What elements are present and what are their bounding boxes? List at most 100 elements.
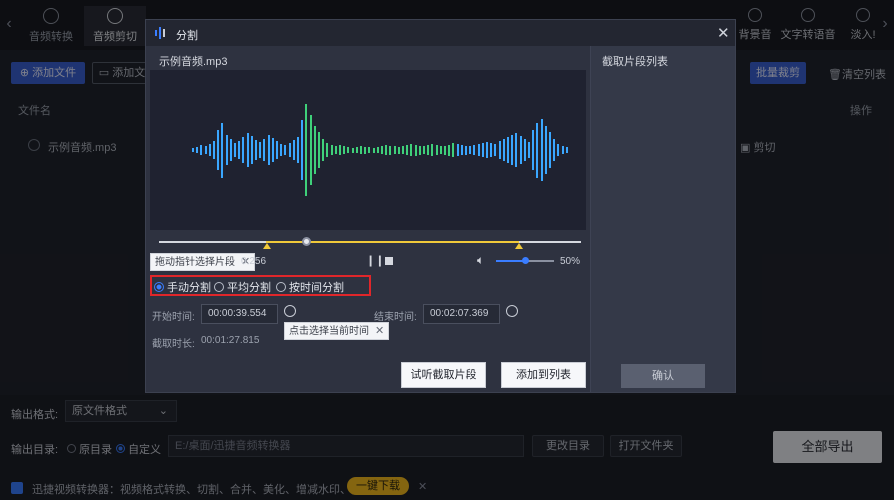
waveform-bar bbox=[360, 146, 362, 154]
waveform-bar bbox=[364, 146, 367, 154]
waveform-bar bbox=[515, 133, 518, 167]
tooltip-close-icon[interactable]: ✕ bbox=[375, 325, 384, 337]
playhead-knob[interactable] bbox=[302, 237, 311, 246]
waveform-bar bbox=[402, 146, 404, 154]
dialog-title: 分割 bbox=[176, 30, 198, 42]
waveform-bar bbox=[469, 146, 472, 154]
waveform-bar bbox=[465, 145, 467, 155]
current-time-tooltip: 点击选择当前时间 ✕ bbox=[284, 322, 390, 340]
volume-knob[interactable] bbox=[522, 257, 529, 264]
waveform-bar bbox=[519, 136, 522, 164]
clip-list-title: 截取片段列表 bbox=[602, 56, 668, 68]
radio-icon bbox=[214, 282, 224, 292]
waveform-bar bbox=[393, 146, 396, 154]
start-time-label: 开始时间: bbox=[152, 312, 195, 323]
confirm-button[interactable]: 确认 bbox=[621, 364, 705, 388]
waveform-bar bbox=[477, 144, 480, 156]
pause-icon[interactable]: ❙❙ bbox=[366, 254, 384, 267]
split-dialog: 分割 ✕ 示例音频.mp3 拖动指针选择片段 ✕ 0.256 ❙❙ 🔈︎ 50% … bbox=[145, 19, 736, 393]
waveform-bar bbox=[444, 145, 446, 155]
waveform-bar bbox=[397, 146, 400, 154]
volume-icon[interactable]: 🔈︎ bbox=[477, 253, 484, 268]
waveform-bar bbox=[410, 144, 413, 156]
stop-icon[interactable] bbox=[385, 257, 393, 265]
waveform-bar bbox=[284, 145, 287, 155]
waveform-bar bbox=[418, 145, 421, 155]
waveform-bar bbox=[276, 141, 278, 159]
mode-manual-label: 手动分割 bbox=[167, 282, 211, 294]
end-time-field[interactable]: 00:02:07.369 bbox=[423, 304, 500, 324]
mode-by-time[interactable]: 按时间分割 bbox=[276, 279, 344, 295]
waveform-bar bbox=[544, 126, 547, 174]
waveform-bar bbox=[473, 145, 476, 155]
duration-label: 截取时长: bbox=[152, 339, 195, 350]
history-clock-icon[interactable] bbox=[284, 305, 296, 317]
volume-value: 50% bbox=[560, 256, 581, 267]
waveform-bar bbox=[355, 147, 358, 153]
close-icon[interactable]: ✕ bbox=[717, 24, 730, 42]
waveform-bar bbox=[431, 144, 434, 156]
waveform-bar bbox=[372, 147, 375, 153]
waveform-bar bbox=[502, 139, 505, 161]
drag-tip-tooltip: 拖动指针选择片段 ✕ bbox=[150, 253, 256, 271]
waveform-bar bbox=[229, 139, 232, 161]
waveform-bar bbox=[347, 147, 350, 153]
end-time-label: 结束时间: bbox=[374, 312, 417, 323]
waveform-bar bbox=[561, 146, 564, 154]
mode-manual[interactable]: 手动分割 bbox=[154, 279, 211, 295]
waveform-bar bbox=[292, 140, 295, 160]
dialog-editor-panel: 示例音频.mp3 拖动指针选择片段 ✕ 0.256 ❙❙ 🔈︎ 50% 手动分割 … bbox=[146, 46, 590, 392]
waveform-bar bbox=[200, 145, 203, 155]
waveform-bar bbox=[528, 142, 530, 158]
waveform-bar bbox=[343, 146, 346, 154]
waveform-bar bbox=[192, 148, 194, 152]
waveform-bar bbox=[330, 145, 333, 155]
waveform-bar bbox=[368, 147, 371, 153]
waveform-bar bbox=[208, 144, 211, 156]
waveform-bar bbox=[326, 143, 329, 157]
end-marker-icon[interactable] bbox=[515, 243, 523, 249]
waveform-bar bbox=[255, 140, 257, 160]
history-clock-icon[interactable] bbox=[506, 305, 518, 317]
waveform-bar bbox=[213, 141, 215, 159]
waveform-bar bbox=[381, 146, 383, 154]
waveform-icon bbox=[154, 26, 168, 40]
waveform-bar bbox=[280, 144, 283, 156]
waveform-bar bbox=[259, 142, 262, 158]
add-to-list-button[interactable]: 添加到列表 bbox=[501, 362, 586, 388]
waveform-bar bbox=[385, 145, 388, 155]
waveform-bar bbox=[305, 104, 308, 196]
waveform-bar bbox=[204, 146, 207, 154]
mode-average-label: 平均分割 bbox=[227, 282, 271, 294]
waveform-bar bbox=[313, 126, 316, 174]
waveform-bar bbox=[318, 132, 320, 168]
drag-tip-text: 拖动指针选择片段 bbox=[155, 257, 235, 268]
start-time-field[interactable]: 00:00:39.554 bbox=[201, 304, 278, 324]
waveform-bar bbox=[565, 147, 568, 153]
waveform-bar bbox=[549, 132, 551, 168]
dialog-file-name: 示例音频.mp3 bbox=[159, 56, 228, 68]
mode-average[interactable]: 平均分割 bbox=[214, 279, 271, 295]
waveform-bar bbox=[246, 133, 249, 167]
waveform-display[interactable] bbox=[150, 70, 586, 230]
waveform-bar bbox=[540, 119, 543, 181]
waveform-bar bbox=[267, 135, 270, 165]
waveform-bar bbox=[334, 146, 337, 154]
mode-by-time-label: 按时间分割 bbox=[289, 282, 344, 294]
waveform-bar bbox=[196, 147, 199, 153]
waveform-bar bbox=[376, 147, 379, 153]
waveform-bar bbox=[238, 141, 241, 159]
current-time-tip-text: 点击选择当前时间 bbox=[289, 326, 369, 337]
waveform-bar bbox=[532, 130, 535, 170]
waveform-bar bbox=[507, 137, 509, 163]
waveform-bar bbox=[456, 144, 459, 156]
waveform-bar bbox=[460, 145, 463, 155]
waveform-bar bbox=[263, 139, 266, 161]
waveform-bar bbox=[351, 147, 354, 153]
waveform-bar bbox=[427, 145, 430, 155]
waveform-bar bbox=[339, 145, 341, 155]
start-marker-icon[interactable] bbox=[263, 243, 271, 249]
preview-clip-button[interactable]: 试听截取片段 bbox=[401, 362, 486, 388]
waveform-bar bbox=[452, 143, 455, 157]
volume-fill bbox=[496, 260, 525, 262]
